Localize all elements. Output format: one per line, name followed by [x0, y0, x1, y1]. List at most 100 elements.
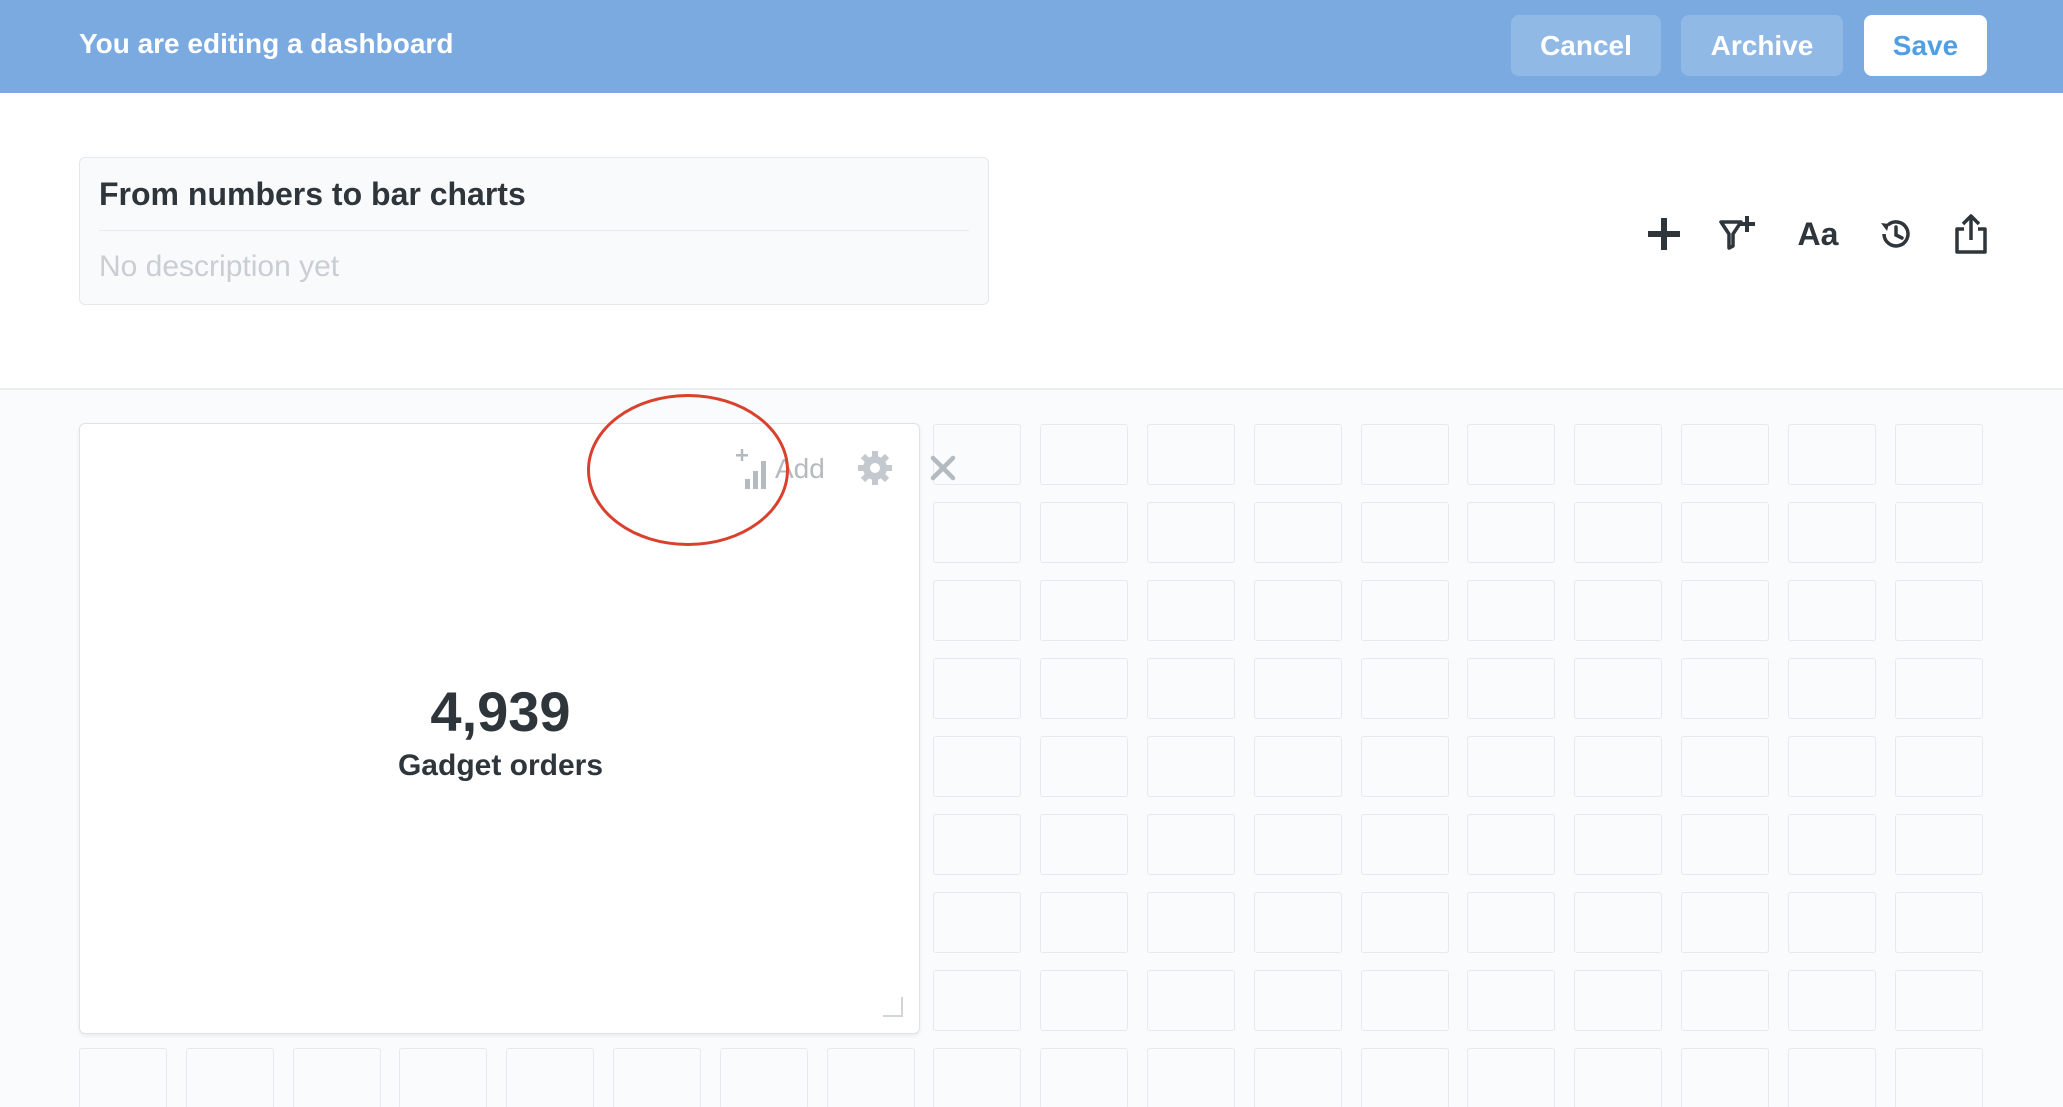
empty-grid-cell	[1894, 736, 1983, 797]
empty-grid-cell	[1787, 502, 1876, 563]
empty-grid-cell	[1467, 736, 1556, 797]
empty-grid-cell	[1040, 658, 1129, 719]
empty-grid-cell	[1467, 1048, 1556, 1107]
empty-grid-cell	[1040, 502, 1129, 563]
edit-mode-message: You are editing a dashboard	[79, 28, 454, 59]
gear-icon[interactable]	[855, 448, 895, 488]
scalar-value: 4,939	[430, 680, 571, 743]
empty-grid-cell	[506, 1048, 595, 1107]
empty-grid-cell	[1253, 892, 1342, 953]
empty-grid-cell	[1253, 658, 1342, 719]
empty-grid-cell	[1040, 970, 1129, 1031]
empty-grid-cell	[1147, 736, 1235, 797]
empty-grid-cell	[185, 1048, 274, 1107]
empty-grid-cell	[1894, 892, 1983, 953]
empty-grid-cell	[1253, 502, 1342, 563]
empty-grid-cell	[1894, 580, 1983, 641]
empty-grid-cell	[933, 970, 1022, 1031]
empty-grid-cell	[399, 1048, 488, 1107]
dashboard-description-input[interactable]: No description yet	[99, 230, 339, 304]
text-icon[interactable]: Aa	[1793, 212, 1843, 256]
empty-grid-cell	[1147, 970, 1235, 1031]
empty-grid-cell	[1894, 970, 1983, 1031]
edit-mode-bar: You are editing a dashboard Cancel Archi…	[0, 0, 2063, 93]
empty-grid-cell	[1574, 736, 1663, 797]
empty-grid-cell	[1467, 424, 1556, 485]
empty-grid-cell	[1467, 658, 1556, 719]
empty-grid-cell	[1147, 658, 1235, 719]
empty-grid-cell	[1681, 736, 1769, 797]
empty-grid-cell	[1360, 736, 1449, 797]
empty-grid-cell	[1360, 658, 1449, 719]
empty-grid-cell	[1040, 814, 1129, 875]
empty-grid-cell	[1574, 580, 1663, 641]
empty-grid-cell	[1360, 502, 1449, 563]
empty-grid-cell	[1894, 1048, 1983, 1107]
cancel-button[interactable]: Cancel	[1511, 15, 1661, 76]
empty-grid-cell	[1147, 1048, 1235, 1107]
empty-grid-cell	[933, 892, 1022, 953]
empty-grid-cell	[1253, 1048, 1342, 1107]
add-series-button[interactable]: Add	[733, 444, 825, 494]
empty-grid-cell	[1147, 502, 1235, 563]
empty-grid-cell	[933, 736, 1022, 797]
archive-button[interactable]: Archive	[1681, 15, 1843, 76]
close-icon[interactable]	[923, 448, 963, 488]
empty-grid-cell	[1040, 736, 1129, 797]
empty-grid-cell	[1681, 814, 1769, 875]
empty-grid-cell	[1147, 424, 1235, 485]
empty-grid-cell	[1147, 580, 1235, 641]
save-button[interactable]: Save	[1864, 15, 1987, 76]
empty-grid-cell	[613, 1048, 701, 1107]
empty-grid-cell	[1467, 970, 1556, 1031]
empty-grid-cell	[1360, 814, 1449, 875]
empty-grid-cell	[1574, 658, 1663, 719]
empty-grid-cell	[1360, 970, 1449, 1031]
add-icon[interactable]	[1642, 212, 1686, 256]
empty-grid-cell	[1681, 892, 1769, 953]
empty-grid-cell	[1147, 892, 1235, 953]
empty-grid-cell	[1681, 970, 1769, 1031]
empty-grid-cell	[1253, 424, 1342, 485]
empty-grid-cell	[1574, 502, 1663, 563]
empty-grid-cell	[1787, 580, 1876, 641]
empty-grid-cell	[1360, 424, 1449, 485]
empty-grid-cell	[1894, 658, 1983, 719]
empty-grid-cell	[1681, 502, 1769, 563]
filter-add-icon[interactable]	[1716, 212, 1760, 256]
empty-grid-cell	[1894, 502, 1983, 563]
share-icon[interactable]	[1949, 212, 1993, 256]
empty-grid-cell	[1253, 970, 1342, 1031]
empty-grid-cell	[933, 658, 1022, 719]
empty-grid-cell	[1787, 814, 1876, 875]
empty-grid-cell	[1040, 1048, 1129, 1107]
empty-grid-cell	[1574, 892, 1663, 953]
empty-grid-cell	[933, 814, 1022, 875]
resize-handle[interactable]	[883, 997, 903, 1017]
empty-grid-cell	[1894, 814, 1983, 875]
empty-grid-cell	[1787, 892, 1876, 953]
dashboard-title-input[interactable]: From numbers to bar charts	[99, 158, 969, 231]
empty-grid-cell	[1467, 580, 1556, 641]
empty-grid-cell	[1574, 814, 1663, 875]
empty-grid-cell	[1787, 658, 1876, 719]
empty-grid-cell	[1040, 424, 1129, 485]
history-icon[interactable]	[1874, 212, 1918, 256]
empty-grid-cell	[292, 1048, 381, 1107]
empty-grid-cell	[1360, 892, 1449, 953]
empty-grid-cell	[1360, 1048, 1449, 1107]
empty-grid-cell	[1040, 892, 1129, 953]
empty-grid-cell	[1681, 658, 1769, 719]
empty-grid-cell	[1574, 1048, 1663, 1107]
empty-grid-cell	[1467, 502, 1556, 563]
empty-grid-cell	[933, 580, 1022, 641]
add-series-icon	[736, 449, 766, 489]
empty-grid-cell	[1894, 424, 1983, 485]
empty-grid-cell	[1681, 1048, 1769, 1107]
empty-grid-cell	[1360, 580, 1449, 641]
empty-grid-cell	[933, 1048, 1022, 1107]
empty-grid-cell	[1040, 580, 1129, 641]
add-series-label: Add	[775, 453, 825, 484]
scalar-card[interactable]: Add 4,939 Gadget orders	[79, 423, 956, 1034]
empty-grid-cell	[1787, 1048, 1876, 1107]
